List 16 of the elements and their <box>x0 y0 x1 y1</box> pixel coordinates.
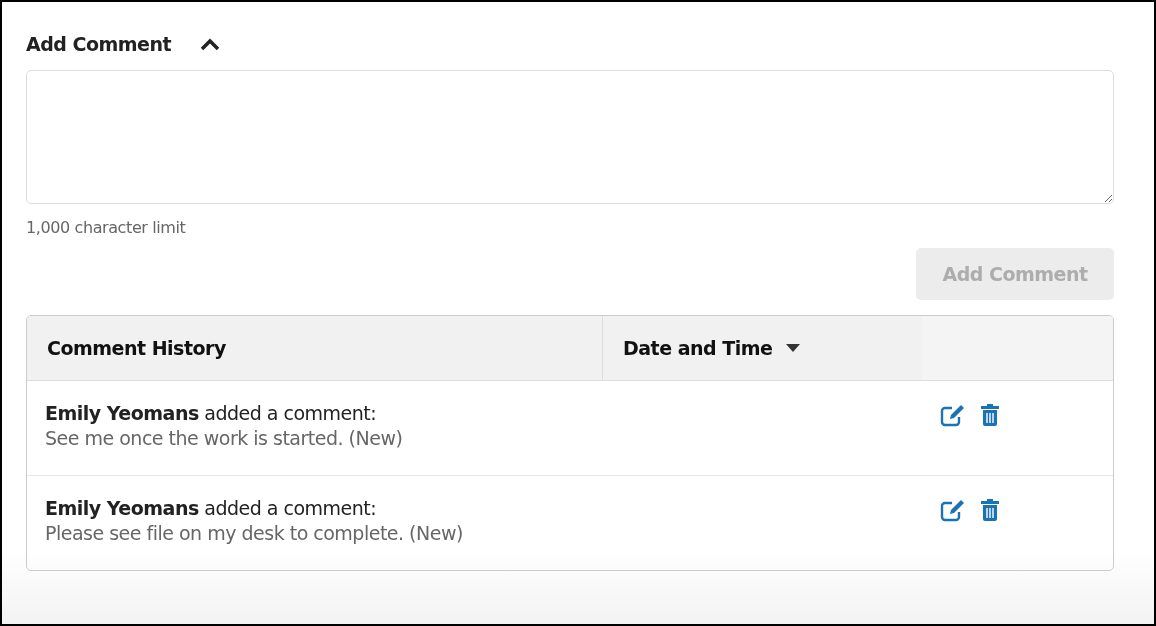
trash-icon <box>980 403 1000 427</box>
section-title: Add Comment <box>26 33 172 55</box>
collapse-toggle[interactable] <box>199 37 222 51</box>
delete-button[interactable] <box>980 403 1000 427</box>
comment-text: See me once the work is started. (New) <box>45 426 404 451</box>
trash-icon <box>980 498 1000 522</box>
sort-caret-icon <box>786 344 801 352</box>
delete-button[interactable] <box>980 498 1000 522</box>
column-header[interactable]: Date and Time <box>603 316 922 380</box>
column-header: Comment History <box>27 316 603 380</box>
chevron-icon <box>199 37 222 51</box>
comment-text: Please see file on my desk to complete. (New) <box>45 521 464 546</box>
comment-field[interactable] <box>26 70 1114 204</box>
comment-author-line: Emily Yeomans added a comment: <box>45 496 378 521</box>
character-limit-note: 1,000 character limit <box>26 218 187 237</box>
comment-author-line: Emily Yeomans added a comment: <box>45 401 378 426</box>
